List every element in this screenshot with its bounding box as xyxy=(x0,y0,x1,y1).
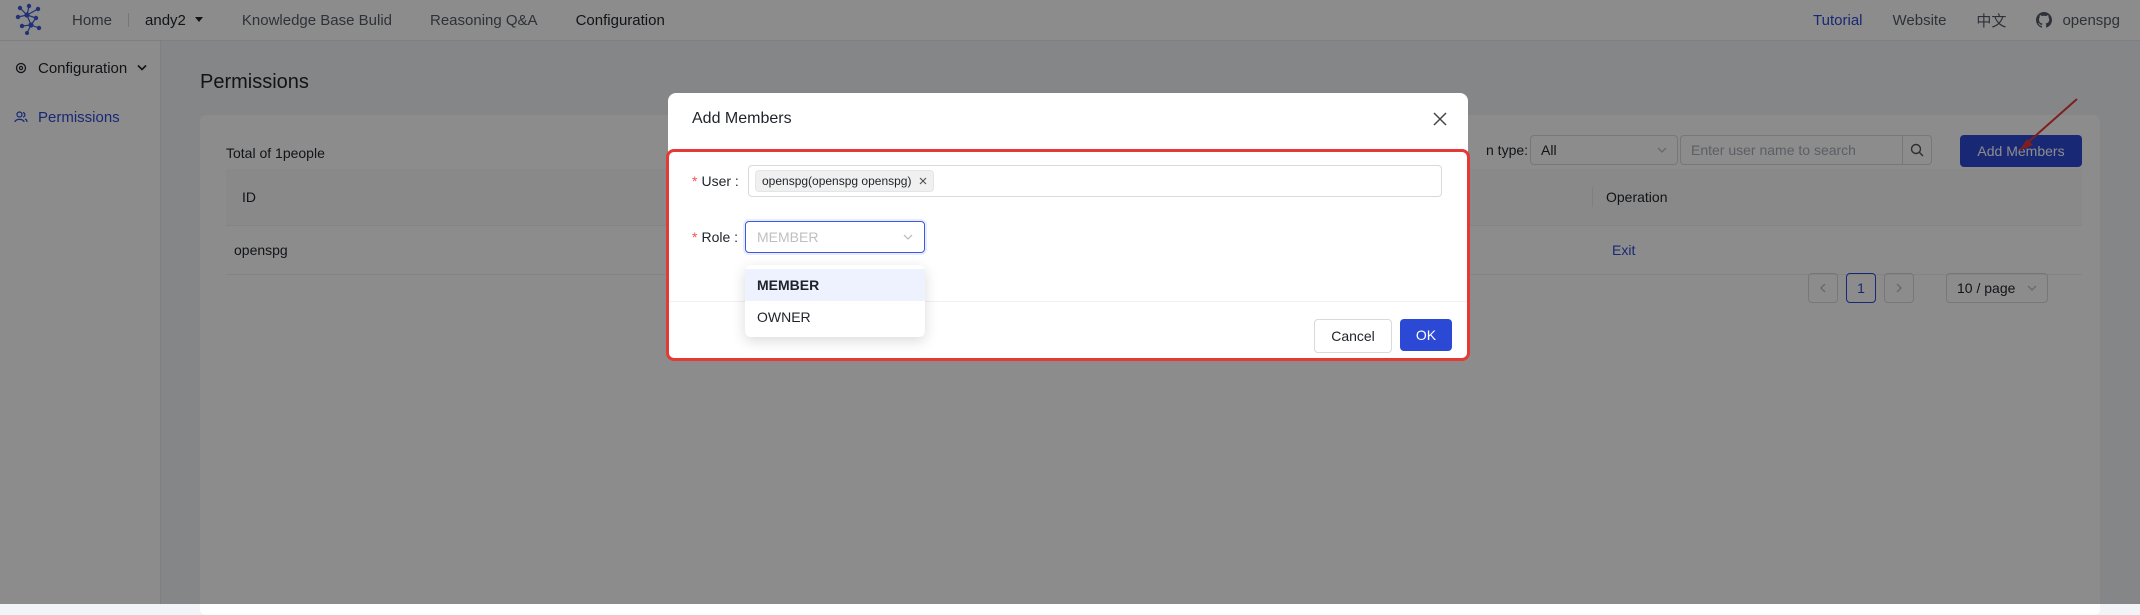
dialog-title: Add Members xyxy=(692,110,792,127)
annotation-highlight-box xyxy=(666,149,1470,361)
close-icon[interactable] xyxy=(1430,109,1450,129)
